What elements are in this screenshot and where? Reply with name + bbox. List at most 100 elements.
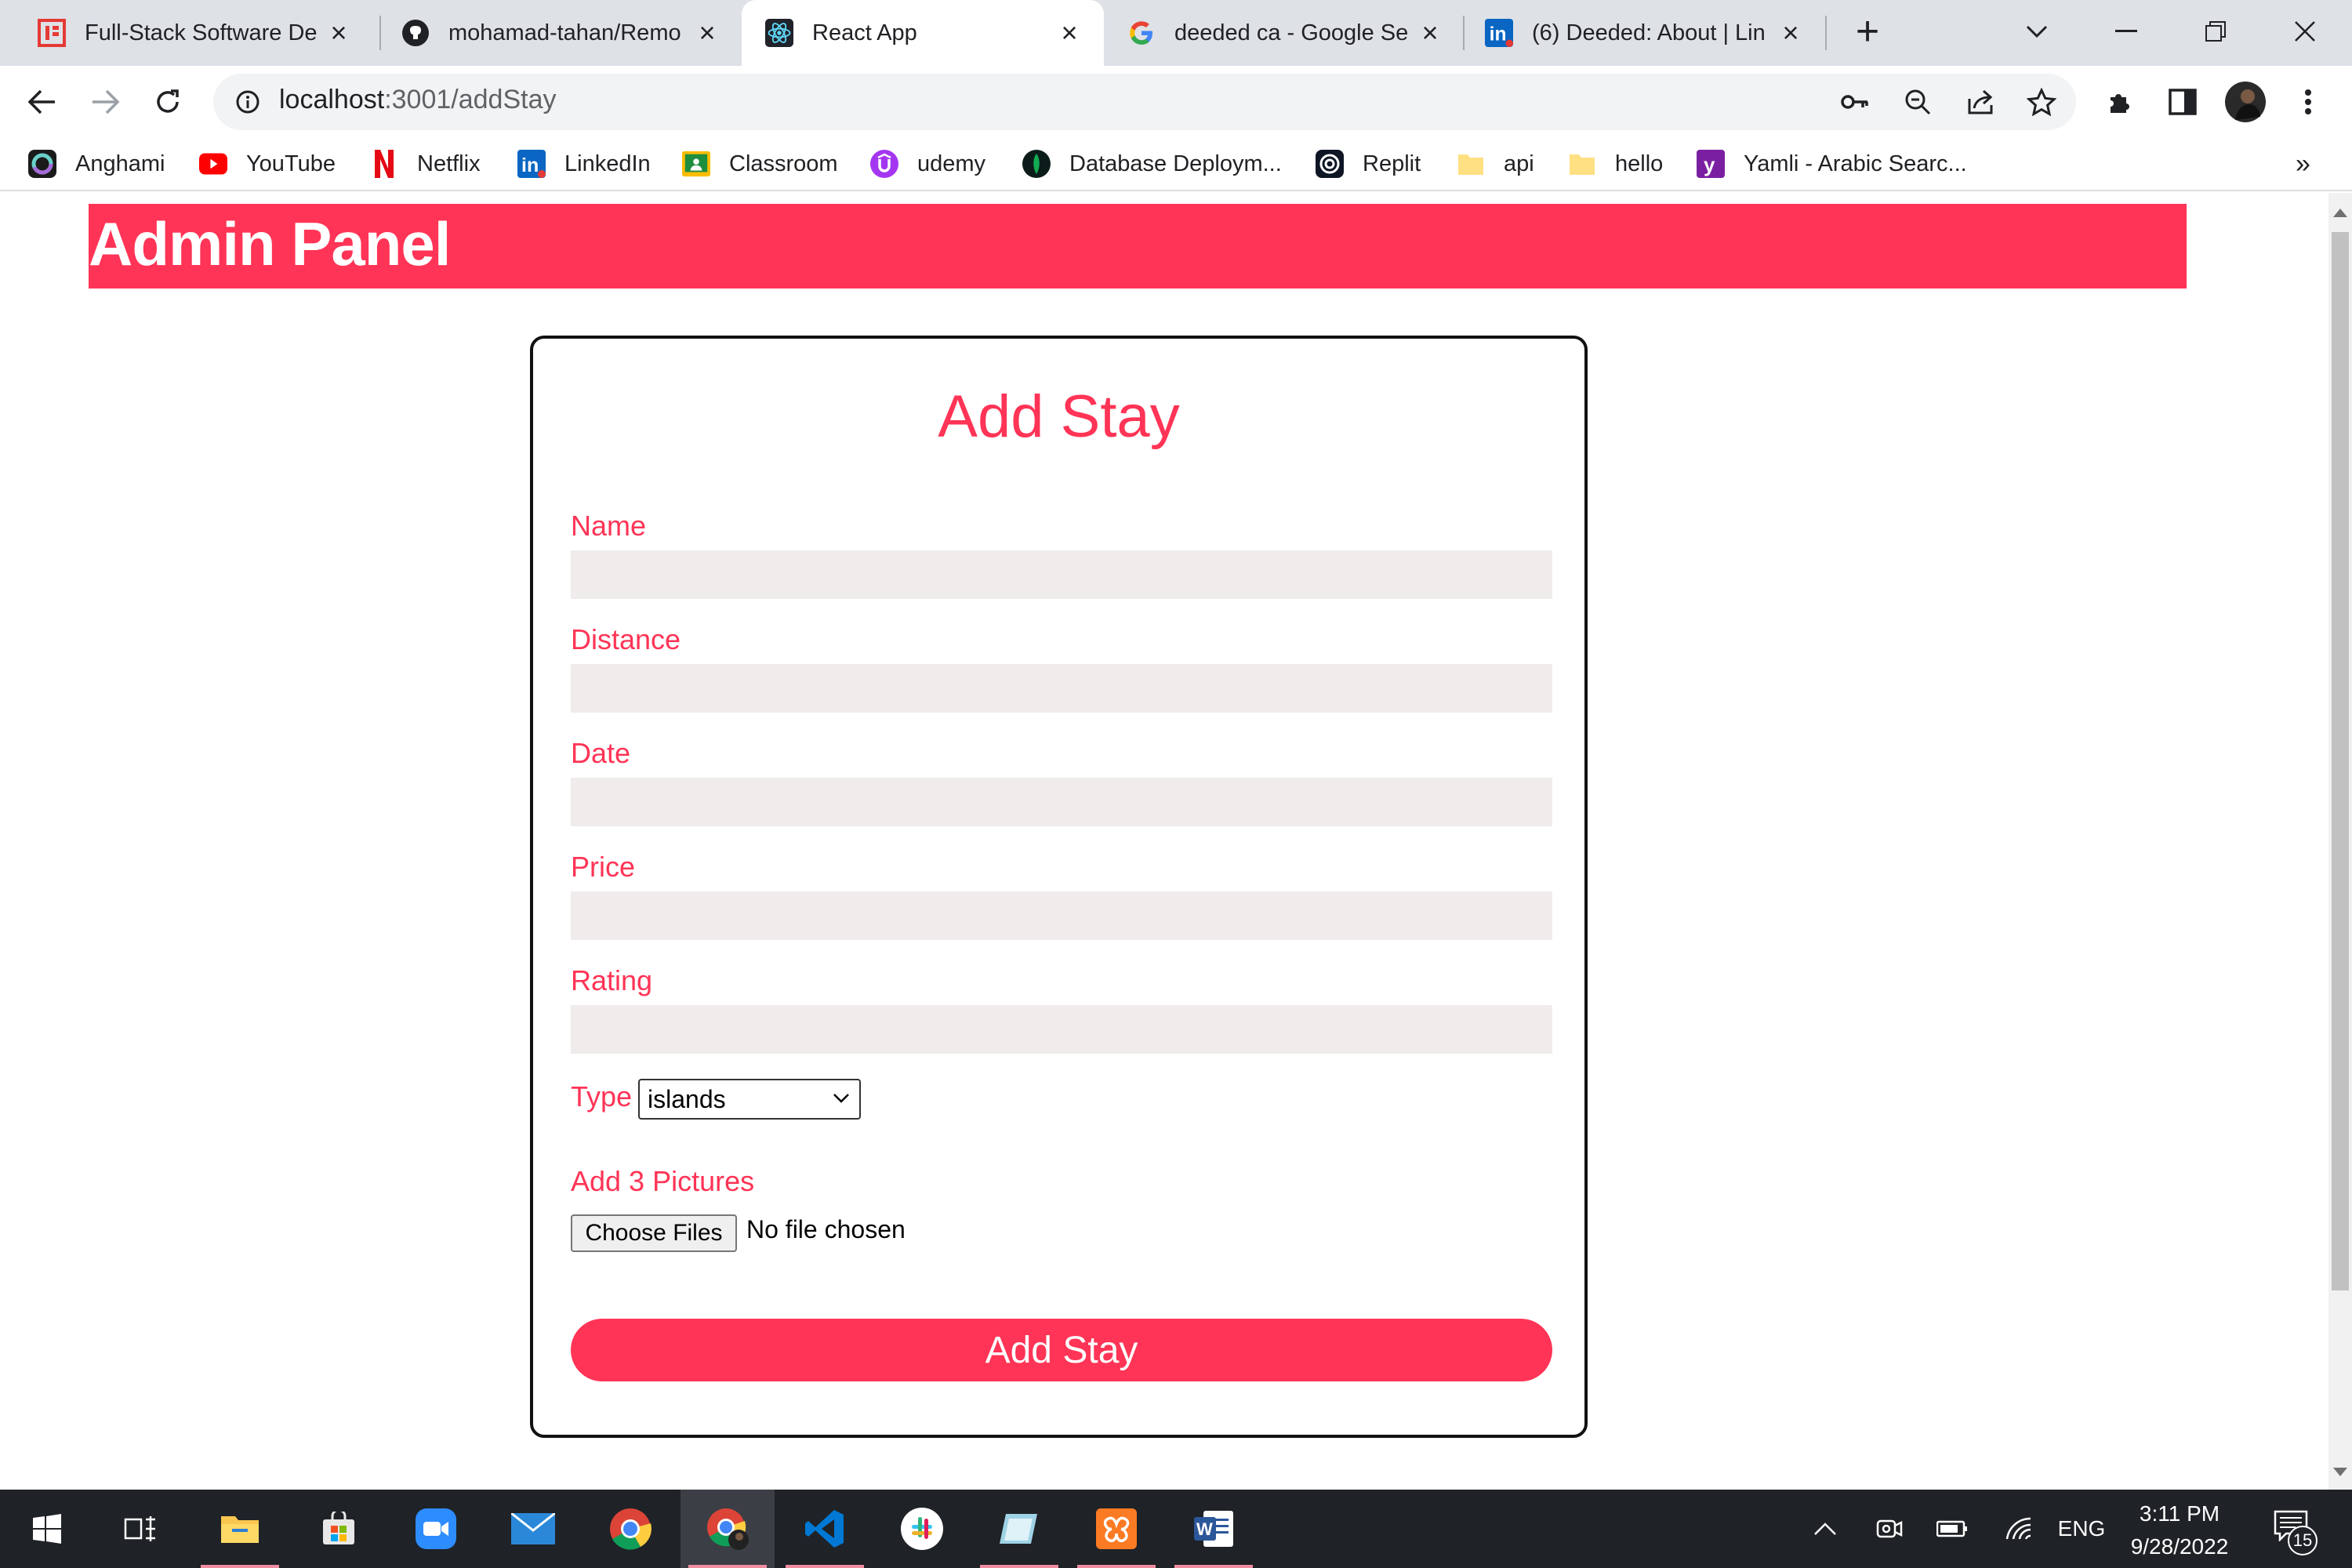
- price-input[interactable]: [571, 891, 1552, 940]
- new-tab-icon[interactable]: +: [1844, 8, 1891, 55]
- show-hidden-icons-chevron-up-icon[interactable]: [1809, 1510, 1841, 1548]
- tab-search-chevron-down-icon[interactable]: [2013, 8, 2060, 55]
- close-tab-icon[interactable]: ×: [693, 19, 721, 47]
- key-icon[interactable]: [1833, 80, 1877, 124]
- bookmark-yamli[interactable]: y Yamli - Arabic Searc...: [1697, 146, 1967, 182]
- bookmark-database[interactable]: Database Deploym...: [1022, 146, 1282, 182]
- bookmark-label: Database Deploym...: [1069, 151, 1282, 176]
- notification-count-badge: 15: [2288, 1526, 2318, 1555]
- side-panel-icon[interactable]: [2161, 80, 2205, 124]
- date-input[interactable]: [571, 778, 1552, 826]
- start-icon[interactable]: [0, 1490, 94, 1568]
- tab-title: (6) Deeded: About | Lin: [1532, 20, 1766, 45]
- bookmark-replit[interactable]: Replit: [1316, 146, 1421, 182]
- youtube-icon: [199, 150, 227, 178]
- tab-title: React App: [812, 20, 917, 45]
- database-icon: [1022, 150, 1051, 178]
- notifications-icon[interactable]: 15: [2270, 1507, 2318, 1555]
- forward-arrow-icon[interactable]: [83, 80, 127, 124]
- classroom-icon: [682, 150, 710, 178]
- netflix-icon: [370, 150, 398, 178]
- language-indicator[interactable]: ENG: [2054, 1510, 2109, 1548]
- name-input[interactable]: [571, 550, 1552, 599]
- close-window-icon[interactable]: [2281, 8, 2328, 55]
- scroll-up-arrow-icon[interactable]: [2333, 209, 2347, 217]
- xampp-icon[interactable]: [1069, 1490, 1163, 1568]
- type-select[interactable]: islands: [638, 1079, 861, 1120]
- bookmark-folder-hello[interactable]: hello: [1568, 146, 1663, 182]
- file-explorer-icon[interactable]: [193, 1490, 287, 1568]
- word-icon[interactable]: W: [1167, 1490, 1261, 1568]
- svg-text:W: W: [1196, 1519, 1213, 1539]
- wifi-icon[interactable]: [2002, 1510, 2037, 1548]
- form-title: Add Stay: [938, 383, 1180, 450]
- bookmark-folder-api[interactable]: api: [1457, 146, 1534, 182]
- zoom-icon[interactable]: [389, 1490, 483, 1568]
- bookmark-anghami[interactable]: Anghami: [28, 146, 165, 182]
- extensions-puzzle-icon[interactable]: [2098, 80, 2142, 124]
- admin-header: Admin Panel: [89, 204, 2187, 289]
- udemy-icon: [870, 150, 898, 178]
- url-host: localhost: [279, 85, 385, 114]
- browser-tab[interactable]: mohamad-tahan/Remo ×: [364, 0, 742, 66]
- tab-title: mohamad-tahan/Remo: [448, 20, 681, 45]
- slack-icon[interactable]: [875, 1490, 969, 1568]
- scroll-down-arrow-icon[interactable]: [2333, 1468, 2347, 1476]
- bookmark-classroom[interactable]: Classroom: [682, 146, 838, 182]
- site-info-icon[interactable]: [226, 80, 270, 124]
- store-icon[interactable]: [292, 1490, 386, 1568]
- close-tab-icon[interactable]: ×: [1055, 19, 1083, 47]
- bookmark-youtube[interactable]: YouTube: [199, 146, 336, 182]
- add-stay-button[interactable]: Add Stay: [571, 1319, 1552, 1381]
- battery-icon[interactable]: [1935, 1510, 1969, 1548]
- page-title: Admin Panel: [89, 209, 451, 278]
- type-select-value: islands: [648, 1084, 726, 1113]
- back-arrow-icon[interactable]: [20, 80, 64, 124]
- type-label: Type: [571, 1080, 633, 1112]
- share-icon[interactable]: [1958, 80, 2002, 124]
- react-icon: [765, 19, 793, 47]
- bookmark-star-icon[interactable]: [2020, 80, 2063, 124]
- bookmark-label: YouTube: [246, 151, 336, 176]
- name-label: Name: [571, 510, 647, 542]
- zoom-icon[interactable]: [1896, 80, 1940, 124]
- notes-icon[interactable]: [972, 1490, 1066, 1568]
- close-tab-icon[interactable]: ×: [325, 19, 353, 47]
- bookmark-netflix[interactable]: Netflix: [370, 146, 481, 182]
- restore-icon[interactable]: [2192, 8, 2239, 55]
- scrollbar-thumb[interactable]: [2332, 232, 2349, 1290]
- close-tab-icon[interactable]: ×: [1777, 19, 1805, 47]
- bookmark-linkedin[interactable]: in LinkedIn: [517, 146, 651, 182]
- bookmark-label: Classroom: [729, 151, 838, 176]
- folder-icon: [1568, 150, 1596, 178]
- vscode-icon[interactable]: [778, 1490, 872, 1568]
- bookmark-udemy[interactable]: udemy: [870, 146, 985, 182]
- svg-text:in: in: [1490, 24, 1507, 45]
- choose-files-button[interactable]: Choose Files: [571, 1214, 737, 1252]
- more-bookmarks-button[interactable]: »: [2296, 146, 2310, 182]
- task-view-icon[interactable]: [94, 1490, 188, 1568]
- chrome-menu-icon[interactable]: [2286, 80, 2330, 124]
- browser-tab-strip: Full-Stack Software De × mohamad-tahan/R…: [0, 0, 2352, 66]
- svg-text:y: y: [1704, 153, 1715, 176]
- page-scrollbar[interactable]: [2328, 193, 2352, 1490]
- browser-tab-active[interactable]: React App ×: [742, 0, 1104, 66]
- camera-icon[interactable]: [1874, 1510, 1905, 1548]
- rating-label: Rating: [571, 964, 653, 996]
- clock-date: 9/28/2022: [2130, 1534, 2229, 1559]
- rating-input[interactable]: [571, 1005, 1552, 1054]
- browser-tab[interactable]: Full-Stack Software De ×: [0, 0, 373, 66]
- clock[interactable]: 3:11 PM 9/28/2022: [2117, 1497, 2242, 1563]
- distance-input[interactable]: [571, 664, 1552, 713]
- browser-tab[interactable]: deeded ca - Google Se ×: [1104, 0, 1465, 66]
- mail-icon[interactable]: [486, 1490, 580, 1568]
- reload-icon[interactable]: [146, 80, 190, 124]
- close-tab-icon[interactable]: ×: [1416, 19, 1444, 47]
- browser-tab[interactable]: in (6) Deeded: About | Lin ×: [1465, 0, 1825, 66]
- url-text[interactable]: localhost:3001/addStay: [279, 85, 557, 115]
- chrome-icon[interactable]: [583, 1490, 677, 1568]
- minimize-icon[interactable]: [2103, 8, 2150, 55]
- profile-avatar-icon[interactable]: [2223, 80, 2267, 124]
- yamli-icon: y: [1697, 150, 1725, 178]
- chrome-profile-icon[interactable]: [681, 1490, 775, 1568]
